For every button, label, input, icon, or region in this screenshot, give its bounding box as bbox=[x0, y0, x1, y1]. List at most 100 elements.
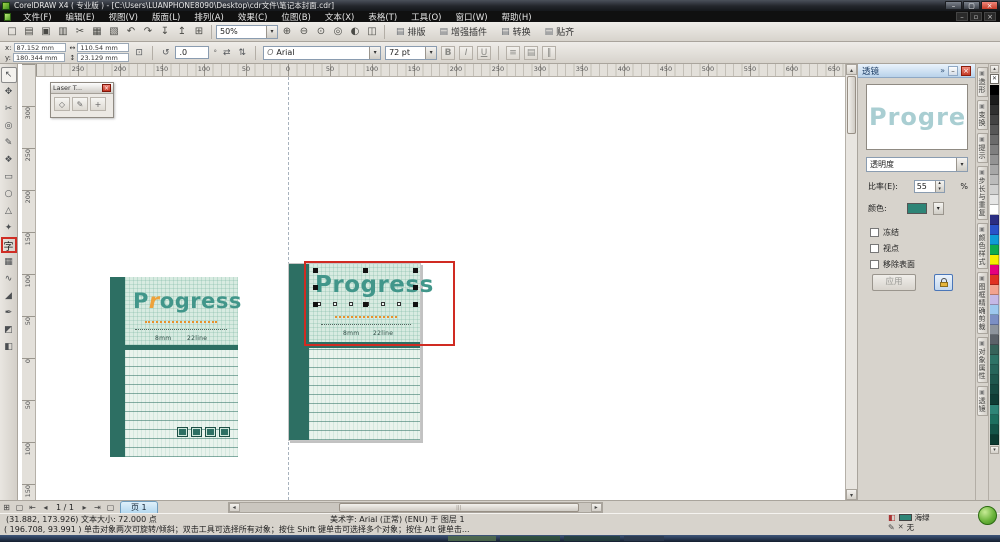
laser-add-icon[interactable]: + bbox=[90, 97, 106, 111]
text-alignment-button[interactable]: ≡ bbox=[506, 45, 521, 60]
spin-down-icon[interactable]: ▾ bbox=[936, 186, 944, 193]
color-swatch[interactable] bbox=[990, 355, 999, 365]
color-swatch[interactable] bbox=[990, 365, 999, 375]
docker-collapse-button[interactable]: – bbox=[948, 65, 958, 76]
zoom-out-icon[interactable]: ⊖ bbox=[296, 24, 312, 40]
zoom-selected-icon[interactable]: ⊙ bbox=[313, 24, 329, 40]
export-icon[interactable]: ↥ bbox=[174, 24, 190, 40]
rotation-angle-field[interactable]: .0 bbox=[175, 46, 210, 59]
tab-step-repeat[interactable]: ▣ 步长与重复 bbox=[976, 166, 988, 220]
last-page-icon[interactable]: ⇥ bbox=[91, 503, 104, 512]
color-swatch[interactable] bbox=[990, 115, 999, 125]
basic-shapes-tool[interactable]: ✦ bbox=[1, 220, 17, 236]
menu-text[interactable]: 文本(X) bbox=[318, 11, 361, 23]
menu-bitmaps[interactable]: 位图(B) bbox=[274, 11, 317, 23]
color-swatch[interactable] bbox=[990, 275, 999, 285]
tab-lens[interactable]: ▣ 透镜 bbox=[976, 386, 988, 416]
fill-tool[interactable]: ◩ bbox=[1, 322, 17, 338]
tab-properties[interactable]: ▣ 对象属性 bbox=[976, 337, 988, 383]
add-page-icon[interactable]: ⊞ bbox=[0, 503, 13, 512]
scrollbar-thumb[interactable]: ||| bbox=[338, 502, 579, 512]
horizontal-scrollbar[interactable]: ◂ ||| ▸ bbox=[227, 501, 603, 513]
color-swatch[interactable] bbox=[990, 335, 999, 345]
undo-icon[interactable]: ↶ bbox=[123, 24, 139, 40]
polygon-tool[interactable]: △ bbox=[1, 203, 17, 219]
y-position-field[interactable]: 180.344 mm bbox=[13, 53, 65, 62]
color-swatch[interactable] bbox=[990, 385, 999, 395]
doc-minimize-button[interactable]: – bbox=[956, 12, 968, 21]
palette-scroll-up-icon[interactable]: ▴ bbox=[990, 65, 999, 73]
menu-arrange[interactable]: 排列(A) bbox=[187, 11, 230, 23]
outline-pen-tool[interactable]: ✒ bbox=[1, 305, 17, 321]
zoom-in-icon[interactable]: ⊕ bbox=[279, 24, 295, 40]
color-swatch[interactable] bbox=[990, 105, 999, 115]
chevron-down-icon[interactable]: ▾ bbox=[425, 46, 437, 59]
menu-help[interactable]: 帮助(H) bbox=[495, 11, 539, 23]
scroll-up-icon[interactable]: ▴ bbox=[846, 64, 857, 75]
zoom-page-icon[interactable]: ◐ bbox=[347, 24, 363, 40]
color-swatch[interactable] bbox=[990, 185, 999, 195]
chevron-down-icon[interactable]: ▾ bbox=[956, 158, 967, 171]
color-swatch[interactable] bbox=[990, 225, 999, 235]
chevron-down-icon[interactable]: ▾ bbox=[932, 202, 944, 215]
menu-view[interactable]: 视图(V) bbox=[102, 11, 145, 23]
docker-close-button[interactable]: × bbox=[961, 65, 971, 76]
font-size-combo[interactable]: 72 pt ▾ bbox=[385, 45, 438, 60]
columns-button[interactable]: ‖ bbox=[542, 45, 557, 60]
page-tab[interactable]: 页 1 bbox=[119, 501, 158, 513]
paragraph-format-button[interactable]: ▤ bbox=[524, 45, 539, 60]
font-list-combo[interactable]: O Arial ▾ bbox=[263, 45, 382, 60]
checkbox-box[interactable] bbox=[870, 227, 879, 237]
palette-scroll-down-icon[interactable]: ▾ bbox=[990, 446, 999, 454]
color-swatch[interactable] bbox=[990, 395, 999, 405]
color-swatch[interactable] bbox=[990, 95, 999, 105]
snap-button[interactable]: ▤ 贴齐 bbox=[538, 24, 582, 40]
docker-expand-icon[interactable]: » bbox=[940, 66, 945, 75]
antivirus-tray-icon[interactable] bbox=[978, 506, 997, 525]
color-swatch[interactable] bbox=[990, 85, 999, 95]
chevron-down-icon[interactable]: ▾ bbox=[369, 46, 381, 59]
color-swatch[interactable] bbox=[990, 435, 999, 445]
viewpoint-checkbox[interactable]: 视点 bbox=[870, 240, 899, 256]
taskbar-item[interactable] bbox=[500, 536, 560, 541]
crop-tool[interactable]: ✂ bbox=[1, 101, 17, 117]
page-icon[interactable]: ▢ bbox=[13, 503, 26, 512]
cut-icon[interactable]: ✂ bbox=[72, 24, 88, 40]
color-swatch[interactable] bbox=[990, 255, 999, 265]
menu-table[interactable]: 表格(T) bbox=[361, 11, 404, 23]
mirror-vertical-icon[interactable]: ⇅ bbox=[237, 48, 249, 58]
lens-type-dropdown[interactable]: 透明度 ▾ bbox=[866, 157, 968, 172]
lock-button[interactable] bbox=[934, 274, 953, 291]
underline-button[interactable]: U bbox=[477, 45, 492, 60]
color-swatch[interactable] bbox=[990, 315, 999, 325]
copy-icon[interactable]: ▦ bbox=[89, 24, 105, 40]
zoom-width-icon[interactable]: ◫ bbox=[364, 24, 380, 40]
table-tool[interactable]: ▦ bbox=[1, 254, 17, 270]
pick-tool[interactable]: ↖ bbox=[0, 67, 17, 83]
color-swatch[interactable] bbox=[990, 195, 999, 205]
menu-tools[interactable]: 工具(O) bbox=[404, 11, 448, 23]
color-swatch[interactable] bbox=[990, 155, 999, 165]
interactive-blend-tool[interactable]: ∿ bbox=[1, 271, 17, 287]
menu-window[interactable]: 窗口(W) bbox=[449, 11, 495, 23]
tab-powerclip[interactable]: ▣ 图框精确剪裁 bbox=[976, 272, 988, 334]
taskbar-item[interactable] bbox=[564, 536, 620, 541]
color-swatch[interactable] bbox=[990, 245, 999, 255]
object-height-field[interactable]: 23.129 mm bbox=[77, 53, 130, 62]
x-position-field[interactable]: 87.152 mm bbox=[13, 43, 66, 52]
color-swatch[interactable] bbox=[990, 295, 999, 305]
menu-layout[interactable]: 版面(L) bbox=[145, 11, 187, 23]
smart-fill-tool[interactable]: ❖ bbox=[1, 152, 17, 168]
color-swatch[interactable] bbox=[990, 215, 999, 225]
scroll-down-icon[interactable]: ▾ bbox=[846, 489, 857, 500]
convert-button[interactable]: ▤ 转换 bbox=[494, 24, 538, 40]
eyedropper-tool[interactable]: ◢ bbox=[1, 288, 17, 304]
app-launcher-icon[interactable]: ⊞ bbox=[191, 24, 207, 40]
color-swatch[interactable] bbox=[990, 285, 999, 295]
first-page-icon[interactable]: ⇤ bbox=[26, 503, 39, 512]
color-swatch[interactable] bbox=[990, 165, 999, 175]
color-swatch[interactable] bbox=[990, 305, 999, 315]
drawing-canvas[interactable]: Laser T... × ◇ ✎ + Progress 8mm 22line P… bbox=[36, 77, 845, 500]
color-swatch[interactable] bbox=[990, 205, 999, 215]
tab-shaping[interactable]: ▣ 造形 bbox=[976, 67, 988, 97]
